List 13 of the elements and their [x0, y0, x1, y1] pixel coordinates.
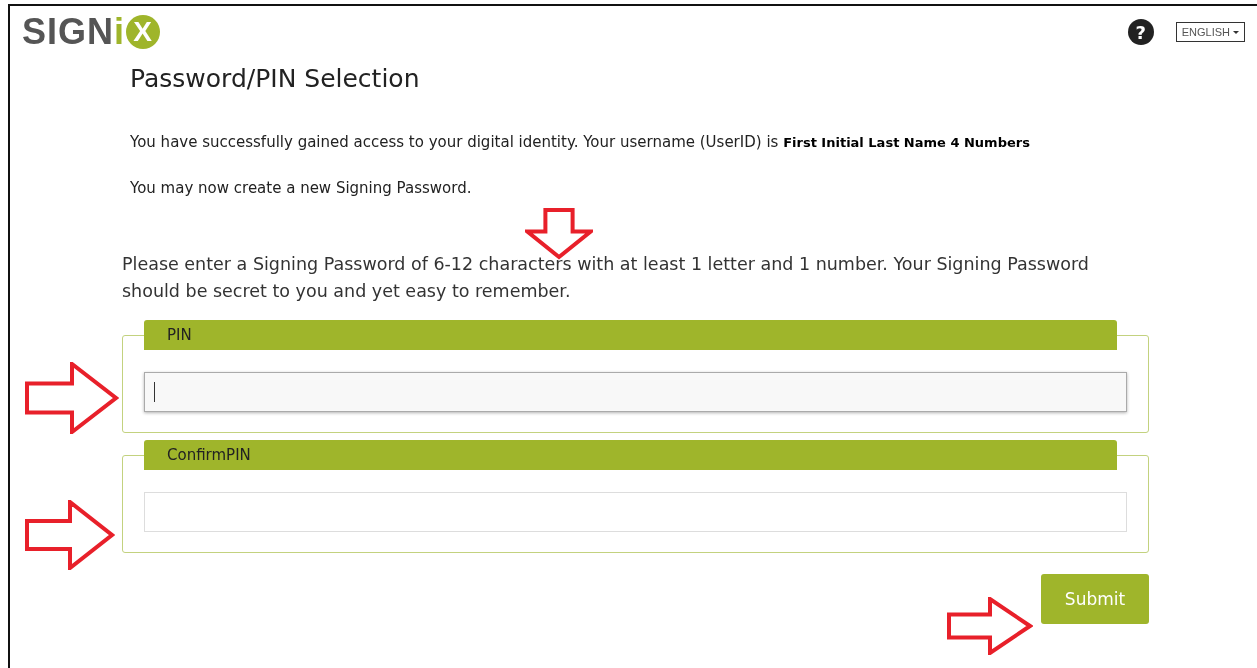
field-legend: ConfirmPIN: [144, 440, 1117, 470]
intro-text: You have successfully gained access to your digital identity. Your username (UserID) is First Initial Last Name 4 Numbers: [130, 133, 1031, 151]
field-legend: PIN: [144, 320, 1117, 350]
arrow-icon: [947, 597, 1033, 655]
arrow-icon: [25, 362, 119, 434]
language-select[interactable]: ENGLISH: [1175, 22, 1245, 42]
arrow-icon: [25, 500, 115, 570]
page-title: Password/PIN Selection: [130, 64, 421, 93]
help-icon[interactable]: ?: [1127, 19, 1154, 45]
instructions-text: Please enter a Signing Password of 6-12 characters with at least 1 letter and 1 number. Your Signing Password should be secret to you and yet easy to remember.: [122, 253, 1090, 303]
logo: SIGNi X: [22, 11, 161, 53]
note-text: You may now create a new Signing Password.: [130, 179, 473, 197]
password-field[interactable]: [144, 372, 1127, 412]
